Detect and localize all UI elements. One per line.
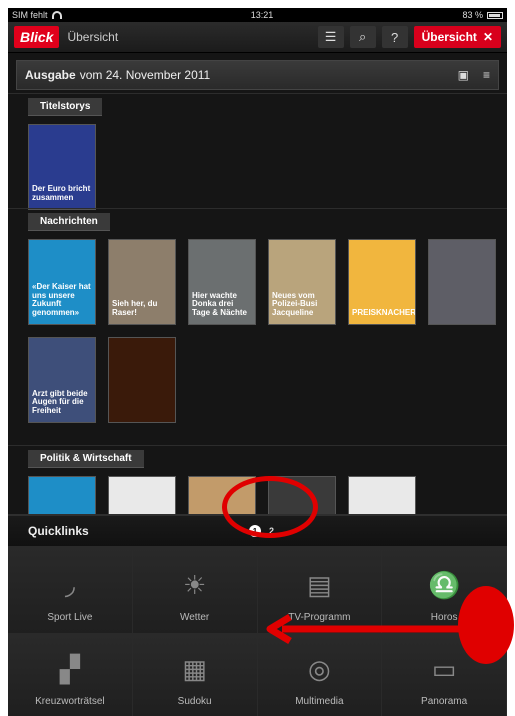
issue-thumbnail[interactable]: Arzt gibt beide Augen für die Freiheit (28, 337, 96, 423)
help-button[interactable]: ? (381, 26, 408, 48)
scales-icon: ♎ (427, 570, 461, 600)
section-nachrichten: Nachrichten «Der Kaiser hat uns unsere Z… (8, 208, 507, 445)
quicklink-label: Multimedia (295, 696, 344, 707)
app-window: SIM fehlt 13:21 83 % Blick Übersicht ☰ ⌕… (8, 8, 507, 716)
quicklinks-panel: Quicklinks 1 2 ◞ Sport Live ☀ Wetter ▤ TV-Pro… (8, 514, 507, 716)
quicklinks-header: Quicklinks 1 2 (8, 514, 507, 546)
page-title: Übersicht (67, 30, 119, 44)
section-label-titelstorys: Titelstorys (28, 98, 103, 116)
image-view-icon[interactable]: ▣ (458, 68, 469, 82)
quicklink-label: Kreuzworträtsel (35, 696, 105, 707)
quicklink-label: Horos (430, 612, 458, 623)
overview-label: Übersicht (421, 30, 477, 44)
quicklink-sudoku[interactable]: ▦ Sudoku (132, 634, 258, 716)
quicklink-label: Wetter (179, 612, 210, 623)
issue-thumbnail[interactable]: Neues vom Polizei-Busi Jacqueline (268, 239, 336, 325)
section-label-politik: Politik & Wirtschaft (28, 450, 144, 468)
thumbnail-headline: Arzt gibt beide Augen für die Freiheit (32, 388, 88, 416)
thumbnail-headline: Neues vom Polizei-Busi Jacqueline (272, 290, 318, 318)
text-view-icon[interactable]: ≡ (483, 68, 490, 82)
thumbnail-headline: Hier wachte Donka drei Tage & Nächte (192, 290, 247, 318)
quicklink-kreuzwortr-tsel[interactable]: ▞ Kreuzworträtsel (8, 634, 133, 716)
section-titelstorys: Titelstorys Der Euro bricht zusammen (8, 93, 507, 210)
issue-thumbnail[interactable] (428, 239, 496, 325)
help-icon: ? (390, 29, 399, 45)
page-indicator-1[interactable]: 1 (249, 525, 261, 537)
quicklink-panorama[interactable]: ▭ Panorama (382, 634, 507, 716)
overview-close-button[interactable]: Übersicht ✕ (413, 26, 501, 48)
status-bar: SIM fehlt 13:21 83 % (8, 8, 507, 22)
quicklinks-pager: 1 2 (249, 525, 274, 537)
close-icon: ✕ (482, 30, 493, 44)
carrier-label: SIM fehlt (12, 10, 48, 20)
issue-thumbnail[interactable]: Der Euro bricht zusammen (28, 124, 96, 210)
wifi-icon: ◞ (64, 570, 75, 600)
quicklink-label: TV-Programm (288, 612, 351, 623)
thumbnail-headline: Sieh her, du Raser! (112, 299, 158, 318)
play-circle-icon: ◎ (308, 654, 331, 684)
thumbnail-headline: Der Euro bricht zusammen (32, 184, 91, 203)
issue-thumbnail[interactable] (108, 337, 176, 423)
tv-guide-icon: ▤ (307, 570, 332, 600)
issue-thumbnail[interactable]: PREISKNACHER (348, 239, 416, 325)
search-button[interactable]: ⌕ (349, 26, 376, 48)
sun-icon: ☀ (182, 570, 207, 600)
thumbnail-headline: «Der Kaiser hat uns unsere Zukunft genom… (32, 281, 91, 318)
quicklink-label: Sport Live (47, 612, 93, 623)
thumbnail-headline: PREISKNACHER (352, 308, 416, 318)
sudoku-grid-icon: ▦ (182, 654, 207, 684)
quicklink-label: Panorama (421, 696, 468, 707)
issue-thumbnail[interactable]: «Der Kaiser hat uns unsere Zukunft genom… (28, 239, 96, 325)
clock: 13:21 (250, 10, 274, 20)
quicklinks-title: Quicklinks (28, 524, 89, 538)
quicklink-tv-programm[interactable]: ▤ TV-Programm (257, 546, 383, 634)
issue-thumbnail[interactable]: Sieh her, du Raser! (108, 239, 176, 325)
edition-date: vom 24. November 2011 (79, 68, 211, 82)
edition-bar: Ausgabe vom 24. November 2011 ▣ ≡ (16, 60, 499, 90)
quicklink-multimedia[interactable]: ◎ Multimedia (257, 634, 383, 716)
quicklink-sport-live[interactable]: ◞ Sport Live (8, 546, 133, 634)
issue-thumbnail[interactable]: Hier wachte Donka drei Tage & Nächte (188, 239, 256, 325)
list-view-button[interactable]: ☰ (317, 26, 344, 48)
battery-icon (487, 11, 503, 19)
page-indicator-2[interactable]: 2 (269, 526, 274, 536)
battery-percent: 83 % (462, 10, 483, 20)
top-navigation-bar: Blick Übersicht ☰ ⌕ ? Übersicht ✕ (8, 22, 507, 53)
crossword-icon: ▞ (59, 654, 80, 684)
list-icon: ☰ (324, 29, 337, 44)
section-label-nachrichten: Nachrichten (28, 213, 110, 231)
quicklink-horos[interactable]: ♎ Horos (382, 546, 507, 634)
landscape-icon: ▭ (431, 654, 457, 684)
wifi-icon (51, 11, 62, 19)
quicklink-wetter[interactable]: ☀ Wetter (132, 546, 258, 634)
search-icon: ⌕ (358, 29, 367, 44)
edition-label: Ausgabe (25, 68, 76, 82)
blick-logo[interactable]: Blick (14, 26, 60, 48)
quicklink-label: Sudoku (177, 696, 212, 707)
